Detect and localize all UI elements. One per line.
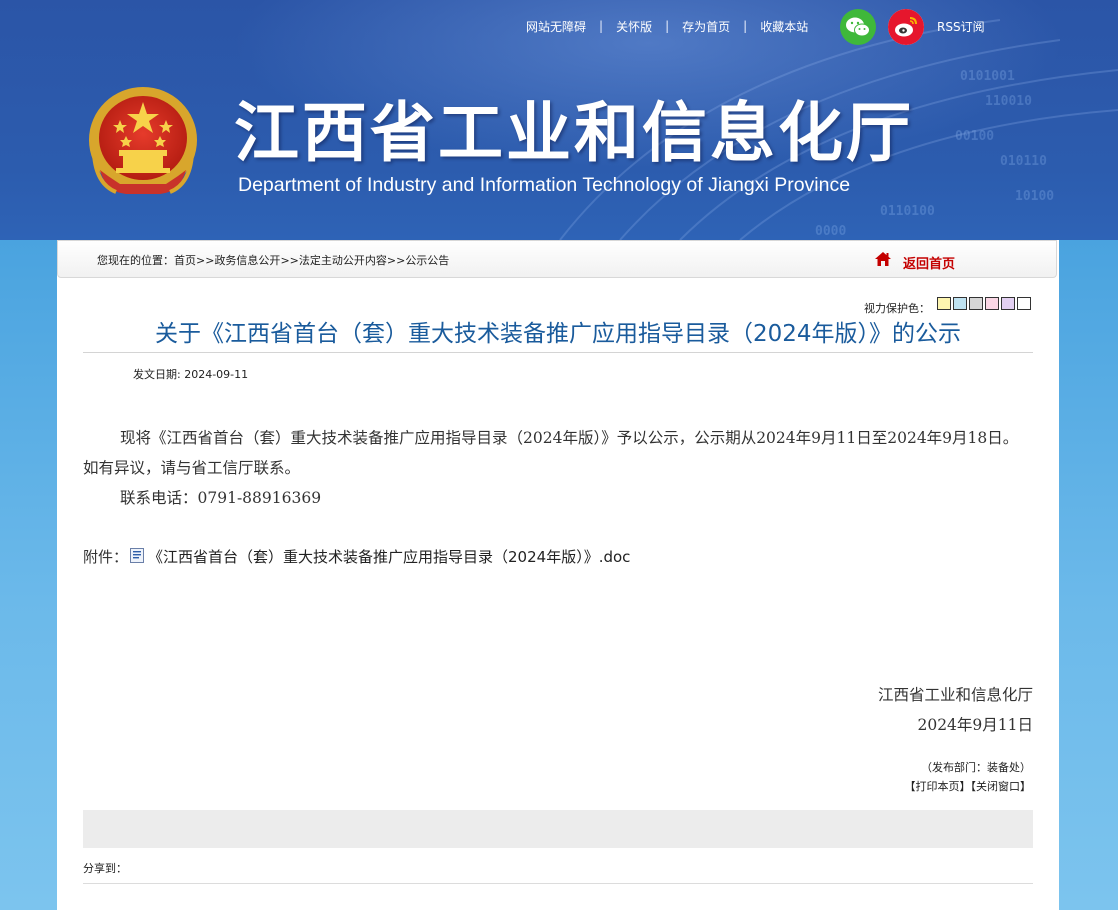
breadcrumb-item-gov-info[interactable]: 政务信息公开 (214, 254, 280, 267)
swatch-gray[interactable] (969, 297, 983, 310)
breadcrumb-separator: >> (196, 254, 215, 267)
separator: | (665, 19, 670, 33)
elderly-version-link[interactable]: 关怀版 (616, 18, 652, 35)
top-links: 网站无障碍 | 关怀版 | 存为首页 | 收藏本站 (526, 18, 808, 34)
site-subtitle: Department of Industry and Information T… (238, 174, 851, 196)
home-icon[interactable] (874, 251, 892, 267)
svg-text:110010: 110010 (985, 94, 1032, 109)
separator: | (743, 19, 748, 33)
signature-org: 江西省工业和信息化厅 (877, 686, 1033, 704)
separator: | (599, 19, 604, 33)
breadcrumb-prefix: 您现在的位置： (97, 254, 174, 267)
accessibility-link[interactable]: 网站无障碍 (526, 18, 586, 35)
breadcrumb-bar: 您现在的位置：首页>>政务信息公开>>法定主动公开内容>>公示公告 返回首页 (57, 240, 1057, 278)
attachment: 附件： 《江西省首台（套）重大技术装备推广应用指导目录（2024年版）》.doc (83, 546, 630, 567)
rss-link[interactable]: RSS订阅 (937, 18, 985, 35)
signature: 江西省工业和信息化厅 2024年9月11日 (878, 680, 1033, 740)
wechat-icon[interactable] (840, 9, 876, 45)
set-homepage-link[interactable]: 存为首页 (682, 18, 730, 35)
title-divider (83, 352, 1033, 353)
site-header: 0101001 110010 00100 010110 0110100 0000… (0, 0, 1118, 240)
swatch-blue[interactable] (953, 297, 967, 310)
breadcrumb-item-legal-disclosure[interactable]: 法定主动公开内容 (299, 254, 387, 267)
post-date: 发文日期: 2024-09-11 (133, 368, 249, 381)
back-home-link[interactable]: 返回首页 (903, 253, 955, 272)
article-body: 现将《江西省首台（套）重大技术装备推广应用指导目录（2024年版）》予以公示，公… (83, 423, 1033, 513)
svg-text:0000: 0000 (815, 224, 846, 239)
body-paragraph: 现将《江西省首台（套）重大技术装备推广应用指导目录（2024年版）》予以公示，公… (83, 429, 1019, 477)
site-title: 江西省工业和信息化厅 (234, 96, 915, 171)
breadcrumb: 您现在的位置：首页>>政务信息公开>>法定主动公开内容>>公示公告 (97, 252, 449, 268)
publishing-department: （发布部门：装备处） (921, 761, 1031, 774)
content-panel: 您现在的位置：首页>>政务信息公开>>法定主动公开内容>>公示公告 返回首页 视… (57, 240, 1059, 910)
close-window-link[interactable]: 【关闭窗口】 (971, 780, 1032, 793)
attachment-label: 附件： (83, 548, 129, 566)
swatch-purple[interactable] (1001, 297, 1015, 310)
breadcrumb-item-announcements[interactable]: 公示公告 (405, 254, 449, 267)
swatch-white[interactable] (1017, 297, 1031, 310)
signature-date: 2024年9月11日 (917, 716, 1033, 734)
svg-text:10100: 10100 (1015, 189, 1054, 204)
page-actions: 【打印本页】【关闭窗口】 (905, 778, 1032, 794)
bookmark-link[interactable]: 收藏本站 (760, 18, 808, 35)
weibo-icon[interactable] (888, 9, 924, 45)
svg-text:010110: 010110 (1000, 154, 1047, 169)
bottom-divider (83, 883, 1033, 884)
contact-phone: 联系电话：0791-88916369 (120, 489, 322, 507)
swatch-pink[interactable] (985, 297, 999, 310)
svg-text:00100: 00100 (955, 129, 994, 144)
national-emblem-icon (86, 84, 200, 200)
article-title: 关于《江西省首台（套）重大技术装备推广应用指导目录（2024年版）》的公示 (154, 321, 962, 347)
print-page-link[interactable]: 【打印本页】 (905, 780, 971, 793)
breadcrumb-item-home[interactable]: 首页 (174, 254, 196, 267)
eye-protection-swatches (937, 297, 1031, 310)
breadcrumb-separator: >> (386, 254, 406, 267)
share-label: 分享到： (83, 862, 127, 875)
gray-divider-bar (83, 810, 1033, 848)
breadcrumb-separator: >> (280, 254, 299, 267)
svg-text:0110100: 0110100 (880, 204, 935, 219)
svg-text:0101001: 0101001 (960, 69, 1015, 84)
word-doc-icon (130, 548, 145, 563)
swatch-yellow[interactable] (937, 297, 951, 310)
attachment-link[interactable]: 《江西省首台（套）重大技术装备推广应用指导目录（2024年版）》.doc (148, 548, 630, 566)
